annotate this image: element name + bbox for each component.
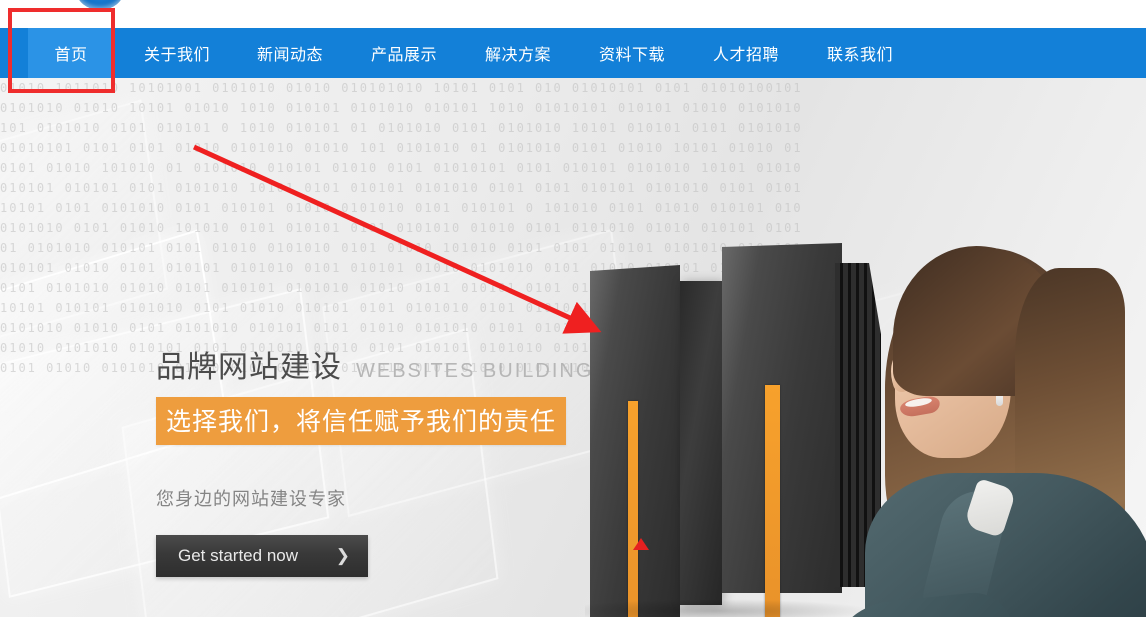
nav-item-products[interactable]: 产品展示 [354,28,454,78]
nav-item-label: 人才招聘 [712,45,779,64]
primary-navigation: 首页 关于我们 新闻动态 产品展示 解决方案 资料下载 人才招聘 联系我们 [0,28,1146,78]
nav-item-label: 资料下载 [598,45,665,64]
server-rack-illustration [585,223,881,617]
red-triangle-cursor [633,538,649,550]
nav-item-label: 联系我们 [826,45,893,64]
page-root: 首页 关于我们 新闻动态 产品展示 解决方案 资料下载 人才招聘 联系我们 01010 101… [0,0,1146,617]
hero-highlight-banner: 选择我们，将信任赋予我们的责任 [156,397,567,445]
nav-item-solutions[interactable]: 解决方案 [468,28,568,78]
hero-banner: 01010 1011010 10101001 0101010 01010 010… [0,78,1146,617]
server-tower-middle [680,281,722,605]
chevron-right-icon: ❯ [335,546,350,565]
get-started-button[interactable]: Get started now ❯ [156,535,368,577]
server-accent-stripe [628,401,638,617]
nav-item-label: 新闻动态 [256,45,323,64]
server-shadow [585,599,875,617]
businesswoman-photo [845,238,1146,617]
company-logo-icon[interactable] [76,0,124,10]
server-tower-right [722,243,842,593]
nav-item-label: 解决方案 [484,45,551,64]
get-started-label: Get started now [178,546,299,565]
nav-item-about[interactable]: 关于我们 [127,28,227,78]
hero-heading-en: WEBSITES BUILDING [356,360,594,382]
hero-subtitle: 您身边的网站建设专家 [156,489,346,510]
hero-heading-row: 品牌网站建设 WEBSITES BUILDING [156,342,593,386]
nav-item-contact[interactable]: 联系我们 [810,28,910,78]
hero-heading-cn: 品牌网站建设 [156,350,342,385]
nav-item-label: 关于我们 [143,45,210,64]
nav-item-downloads[interactable]: 资料下载 [582,28,682,78]
nav-item-careers[interactable]: 人才招聘 [696,28,796,78]
hero-copy: 品牌网站建设 WEBSITES BUILDING 选择我们，将信任赋予我们的责任… [156,342,593,577]
logo-strip [0,0,1146,28]
nav-item-news[interactable]: 新闻动态 [240,28,340,78]
nav-item-label: 首页 [54,45,88,64]
nav-item-label: 产品展示 [370,45,437,64]
server-accent-stripe [765,385,780,617]
nav-item-home[interactable]: 首页 [28,28,114,78]
